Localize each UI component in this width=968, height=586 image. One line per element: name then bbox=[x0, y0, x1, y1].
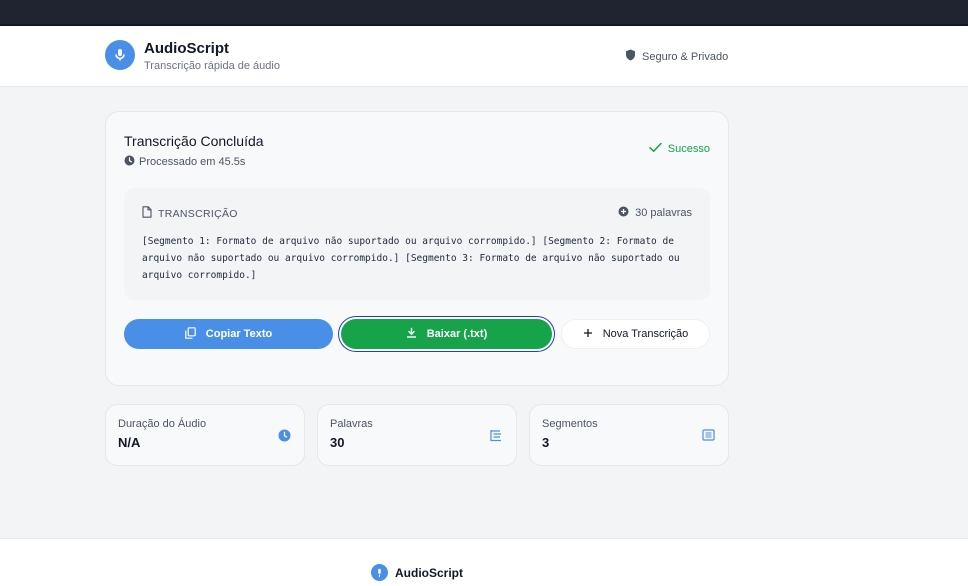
clock-icon bbox=[277, 428, 291, 442]
plus-circle-icon bbox=[618, 206, 629, 220]
copy-text-button[interactable]: Copiar Texto bbox=[124, 319, 333, 349]
transcript-label: TRANSCRIÇÃO bbox=[158, 207, 238, 220]
app-footer: AudioScript bbox=[0, 538, 968, 586]
shield-icon bbox=[625, 49, 636, 64]
brand-subtitle: Transcrição rápida de áudio bbox=[144, 60, 280, 72]
stat-value: 30 bbox=[330, 435, 345, 450]
processed-label: Processado em 45.5s bbox=[139, 156, 246, 168]
transcript-text: [Segmento 1: Formato de arquivo não supo… bbox=[142, 236, 680, 281]
stat-card-duration: Duração do Áudio N/A bbox=[105, 404, 305, 466]
processed-time: Processado em 45.5s bbox=[124, 155, 245, 169]
app-header: AudioScript Transcrição rápida de áudio … bbox=[0, 26, 968, 87]
word-count-label: 30 palavras bbox=[635, 207, 692, 219]
download-label: Baixar (.txt) bbox=[426, 328, 488, 340]
stat-value: N/A bbox=[118, 435, 141, 450]
brand-title: AudioScript bbox=[144, 40, 229, 57]
segments-icon bbox=[701, 428, 715, 442]
transcript-header: TRANSCRIÇÃO bbox=[142, 206, 238, 221]
stat-label: Duração do Áudio bbox=[118, 418, 207, 430]
footer-brand: AudioScript bbox=[395, 566, 463, 580]
word-count: 30 palavras bbox=[618, 206, 692, 220]
word-list-icon bbox=[489, 428, 503, 442]
transcript-box: TRANSCRIÇÃO 30 palavras [Segmento 1: For… bbox=[124, 188, 710, 300]
microphone-icon bbox=[105, 40, 135, 70]
stat-label: Segmentos bbox=[542, 418, 598, 430]
plus-icon bbox=[583, 328, 593, 341]
status-label: Sucesso bbox=[667, 143, 710, 155]
result-card: Transcrição Concluída Processado em 45.5… bbox=[105, 111, 729, 386]
document-icon bbox=[142, 206, 152, 221]
clock-icon bbox=[124, 155, 135, 169]
check-icon bbox=[649, 142, 662, 156]
stat-card-words: Palavras 30 bbox=[317, 404, 517, 466]
secure-badge: Seguro & Privado bbox=[625, 49, 728, 64]
new-transcription-button[interactable]: Nova Transcrição bbox=[561, 319, 710, 349]
status-badge: Sucesso bbox=[649, 142, 710, 156]
copy-icon bbox=[184, 326, 196, 342]
stat-value: 3 bbox=[542, 435, 550, 450]
new-transcription-label: Nova Transcrição bbox=[602, 328, 689, 340]
copy-text-label: Copiar Texto bbox=[205, 328, 273, 340]
result-title: Transcrição Concluída bbox=[124, 133, 264, 149]
stat-card-segments: Segmentos 3 bbox=[529, 404, 729, 466]
download-icon bbox=[406, 327, 417, 341]
browser-top-bar bbox=[0, 0, 968, 26]
microphone-icon bbox=[371, 564, 388, 581]
stat-label: Palavras bbox=[330, 418, 373, 430]
secure-label: Seguro & Privado bbox=[642, 50, 729, 63]
download-button[interactable]: Baixar (.txt) bbox=[341, 319, 552, 349]
